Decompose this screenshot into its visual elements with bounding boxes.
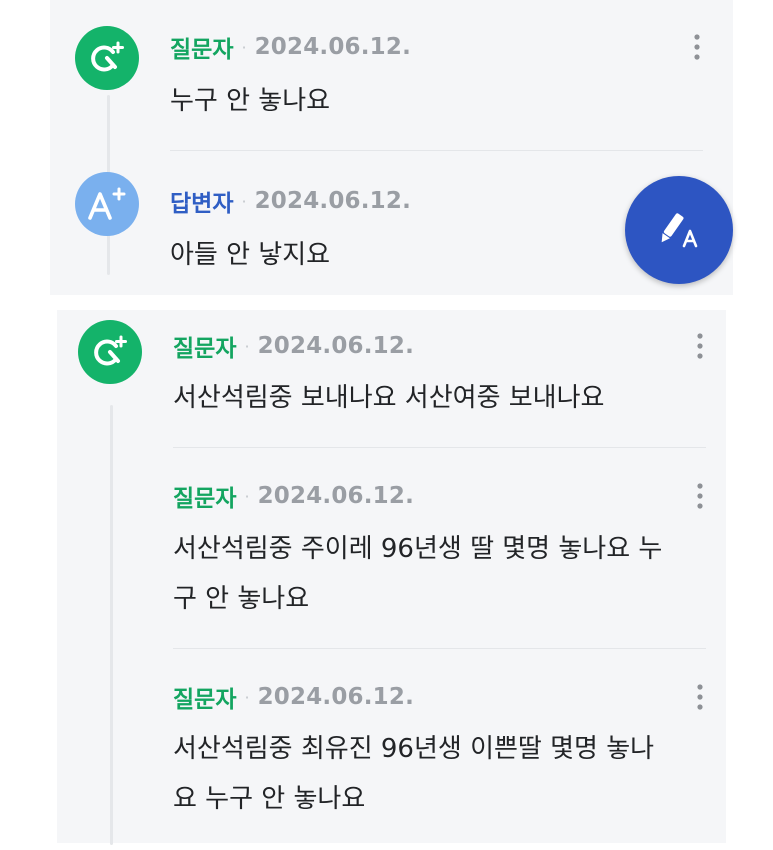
divider [170, 150, 703, 151]
author-role[interactable]: 질문자 [173, 329, 236, 363]
answer-badge-icon [88, 187, 126, 220]
thread-line [110, 405, 113, 845]
comment-meta: 질문자 · 2024.06.12. [173, 479, 415, 513]
comment-text: 서산석림중 보내나요 서산여중 보내나요 [173, 383, 605, 413]
comment-date: 2024.06.12. [254, 188, 412, 214]
more-options-button[interactable] [689, 481, 711, 511]
comment-date: 2024.06.12. [254, 34, 412, 60]
comment-text-line: 구 안 놓나요 [173, 584, 310, 614]
comment-meta: 질문자 · 2024.06.12. [173, 680, 415, 714]
separator: · [244, 486, 250, 506]
separator: · [244, 687, 250, 707]
questioner-avatar[interactable] [78, 320, 142, 384]
author-role[interactable]: 질문자 [170, 30, 233, 64]
more-options-button[interactable] [689, 331, 711, 361]
divider [173, 648, 706, 649]
question-badge-icon [94, 335, 127, 366]
comment-date: 2024.06.12. [257, 333, 415, 359]
separator: · [244, 336, 250, 356]
more-vertical-icon [697, 483, 703, 509]
comment-text-line: 서산석림중 주이레 96년생 딸 몇명 놓나요 누 [173, 534, 663, 564]
more-vertical-icon [697, 333, 703, 359]
separator: · [241, 37, 247, 57]
comment-date: 2024.06.12. [257, 684, 415, 710]
comment-meta: 질문자 · 2024.06.12. [170, 30, 412, 64]
author-role[interactable]: 질문자 [173, 479, 236, 513]
author-role[interactable]: 답변자 [170, 184, 233, 218]
comment-date: 2024.06.12. [257, 483, 415, 509]
more-vertical-icon [697, 684, 703, 710]
separator: · [241, 191, 247, 211]
comment-meta: 질문자 · 2024.06.12. [173, 329, 415, 363]
write-answer-icon [661, 213, 698, 248]
question-badge-icon [91, 41, 124, 72]
comment-text-line: 요 누구 안 놓나요 [173, 784, 366, 814]
divider [173, 447, 706, 448]
questioner-avatar[interactable] [75, 26, 139, 90]
answerer-avatar[interactable] [75, 172, 139, 236]
comment-text: 아들 안 낳지요 [170, 240, 331, 270]
author-role[interactable]: 질문자 [173, 680, 236, 714]
comment-text-line: 서산석림중 최유진 96년생 이쁜딸 몇명 놓나 [173, 734, 655, 764]
more-options-button[interactable] [686, 32, 708, 62]
write-answer-button[interactable] [625, 176, 733, 284]
more-vertical-icon [694, 34, 700, 60]
comment-meta: 답변자 · 2024.06.12. [170, 184, 412, 218]
more-options-button[interactable] [689, 682, 711, 712]
comment-text: 누구 안 놓나요 [170, 86, 331, 116]
